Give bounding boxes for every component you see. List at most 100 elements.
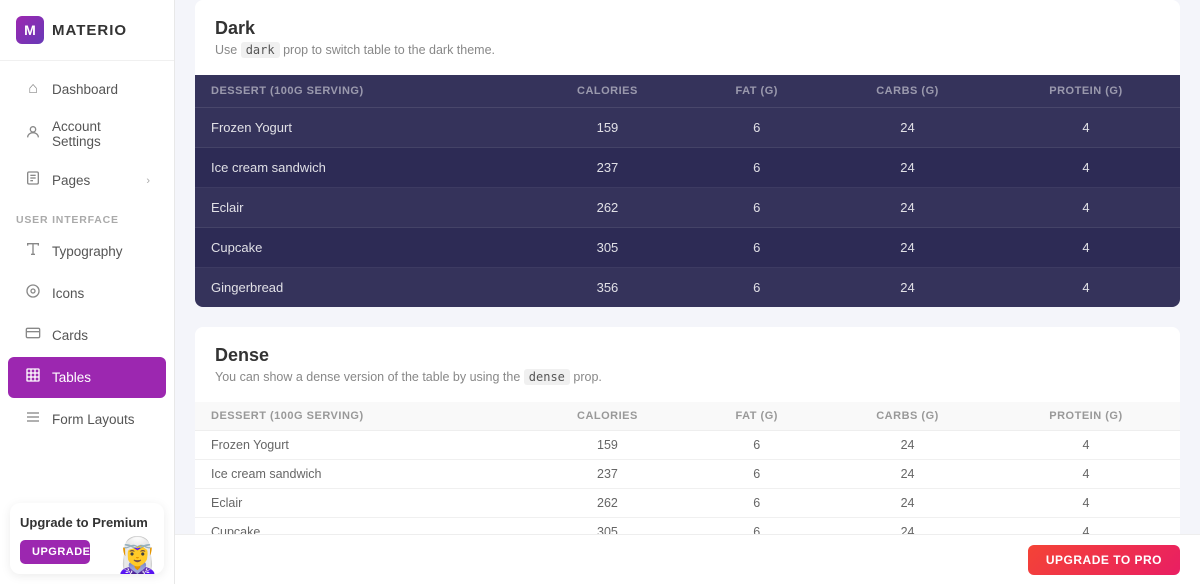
sidebar-nav: ⌂ Dashboard Account Settings Pages › USE… xyxy=(0,61,174,493)
table-cell: 237 xyxy=(525,148,691,188)
table-row: Gingerbread3566244 xyxy=(195,268,1180,308)
col-carbs: CARBS (G) xyxy=(823,402,992,431)
logo-letter: M xyxy=(24,22,36,38)
dense-section-desc: You can show a dense version of the tabl… xyxy=(215,370,1160,384)
table-cell: 24 xyxy=(823,431,992,460)
table-cell: 4 xyxy=(992,108,1180,148)
upgrade-to-pro-button[interactable]: UPGRADE TO PRO xyxy=(1028,545,1180,575)
table-cell: Frozen Yogurt xyxy=(195,431,525,460)
table-cell: 6 xyxy=(690,460,823,489)
footer-bar: UPGRADE TO PRO xyxy=(175,534,1200,584)
logo-icon: M xyxy=(16,16,44,44)
table-cell: 24 xyxy=(823,489,992,518)
dark-section-title: Dark xyxy=(215,18,1160,39)
sidebar-item-typography[interactable]: Typography xyxy=(8,231,166,272)
col-fat: FAT (G) xyxy=(690,402,823,431)
sidebar-item-icons[interactable]: Icons xyxy=(8,273,166,314)
home-icon: ⌂ xyxy=(24,80,42,98)
table-cell: 24 xyxy=(823,108,992,148)
table-cell: Frozen Yogurt xyxy=(195,108,525,148)
logo-text: MATERIO xyxy=(52,22,127,39)
sidebar: M MATERIO ⌂ Dashboard Account Settings P… xyxy=(0,0,175,584)
col-carbs: CARBS (G) xyxy=(823,75,992,108)
table-row: Cupcake3056244 xyxy=(195,228,1180,268)
dark-table: DESSERT (100G SERVING) CALORIES FAT (G) … xyxy=(195,75,1180,307)
col-dessert: DESSERT (100G SERVING) xyxy=(195,402,525,431)
table-cell: 305 xyxy=(525,228,691,268)
sidebar-item-label: Cards xyxy=(52,328,150,343)
chevron-right-icon: › xyxy=(146,175,150,187)
table-row: Frozen Yogurt1596244 xyxy=(195,431,1180,460)
tables-icon xyxy=(24,367,42,388)
pages-icon xyxy=(24,170,42,191)
dense-section-header: Dense You can show a dense version of th… xyxy=(195,327,1180,402)
table-cell: 262 xyxy=(525,489,691,518)
content-area: Dark Use dark prop to switch table to th… xyxy=(175,0,1200,584)
table-cell: 24 xyxy=(823,148,992,188)
section-label-ui: USER INTERFACE xyxy=(0,202,174,230)
icons-icon xyxy=(24,283,42,304)
table-cell: Gingerbread xyxy=(195,268,525,308)
col-calories: CALORIES xyxy=(525,402,691,431)
sidebar-item-pages[interactable]: Pages › xyxy=(8,160,166,201)
upgrade-banner: Upgrade to Premium UPGRADE 🧝‍♀️ xyxy=(10,503,164,574)
table-cell: Eclair xyxy=(195,489,525,518)
table-cell: 6 xyxy=(690,268,823,308)
table-cell: 159 xyxy=(525,108,691,148)
dense-section-title: Dense xyxy=(215,345,1160,366)
table-cell: 237 xyxy=(525,460,691,489)
typography-icon xyxy=(24,241,42,262)
table-cell: 4 xyxy=(992,228,1180,268)
sidebar-item-dashboard[interactable]: ⌂ Dashboard xyxy=(8,70,166,108)
logo-area: M MATERIO xyxy=(0,0,174,61)
sidebar-item-tables[interactable]: Tables xyxy=(8,357,166,398)
table-cell: 24 xyxy=(823,268,992,308)
sidebar-item-cards[interactable]: Cards xyxy=(8,315,166,356)
table-cell: 6 xyxy=(690,148,823,188)
sidebar-item-form-layouts[interactable]: Form Layouts xyxy=(8,399,166,440)
table-cell: 4 xyxy=(992,188,1180,228)
dense-code-prop: dense xyxy=(524,369,570,385)
upgrade-title: Upgrade to Premium xyxy=(20,515,154,532)
table-cell: Eclair xyxy=(195,188,525,228)
table-cell: 4 xyxy=(992,268,1180,308)
table-row: Eclair2626244 xyxy=(195,188,1180,228)
table-cell: 6 xyxy=(690,228,823,268)
table-cell: 6 xyxy=(690,108,823,148)
table-header-row: DESSERT (100G SERVING) CALORIES FAT (G) … xyxy=(195,75,1180,108)
sidebar-item-label: Icons xyxy=(52,286,150,301)
sidebar-item-label: Pages xyxy=(52,173,136,188)
col-dessert: DESSERT (100G SERVING) xyxy=(195,75,525,108)
sidebar-item-label: Dashboard xyxy=(52,82,150,97)
mascot-icon: 🧝‍♀️ xyxy=(115,538,160,574)
col-fat: FAT (G) xyxy=(690,75,823,108)
table-row: Ice cream sandwich2376244 xyxy=(195,148,1180,188)
table-row: Frozen Yogurt1596244 xyxy=(195,108,1180,148)
sidebar-item-label: Form Layouts xyxy=(52,412,150,427)
table-cell: Cupcake xyxy=(195,228,525,268)
user-icon xyxy=(24,124,42,145)
dark-table-section: Dark Use dark prop to switch table to th… xyxy=(195,0,1180,307)
cards-icon xyxy=(24,325,42,346)
form-layouts-icon xyxy=(24,409,42,430)
dark-section-header: Dark Use dark prop to switch table to th… xyxy=(195,0,1180,75)
sidebar-item-label: Tables xyxy=(52,370,150,385)
table-cell: 356 xyxy=(525,268,691,308)
sidebar-item-account-settings[interactable]: Account Settings xyxy=(8,109,166,159)
upgrade-button[interactable]: UPGRADE xyxy=(20,540,90,564)
main-content: Dark Use dark prop to switch table to th… xyxy=(175,0,1200,584)
table-header-row: DESSERT (100G SERVING) CALORIES FAT (G) … xyxy=(195,402,1180,431)
table-cell: 4 xyxy=(992,148,1180,188)
table-row: Eclair2626244 xyxy=(195,489,1180,518)
col-calories: CALORIES xyxy=(525,75,691,108)
col-protein: PROTEIN (G) xyxy=(992,402,1180,431)
table-cell: 159 xyxy=(525,431,691,460)
table-cell: Ice cream sandwich xyxy=(195,460,525,489)
table-cell: 6 xyxy=(690,431,823,460)
table-cell: 4 xyxy=(992,489,1180,518)
table-cell: 4 xyxy=(992,460,1180,489)
table-cell: Ice cream sandwich xyxy=(195,148,525,188)
table-cell: 6 xyxy=(690,489,823,518)
table-cell: 24 xyxy=(823,460,992,489)
sidebar-item-label: Account Settings xyxy=(52,119,150,149)
